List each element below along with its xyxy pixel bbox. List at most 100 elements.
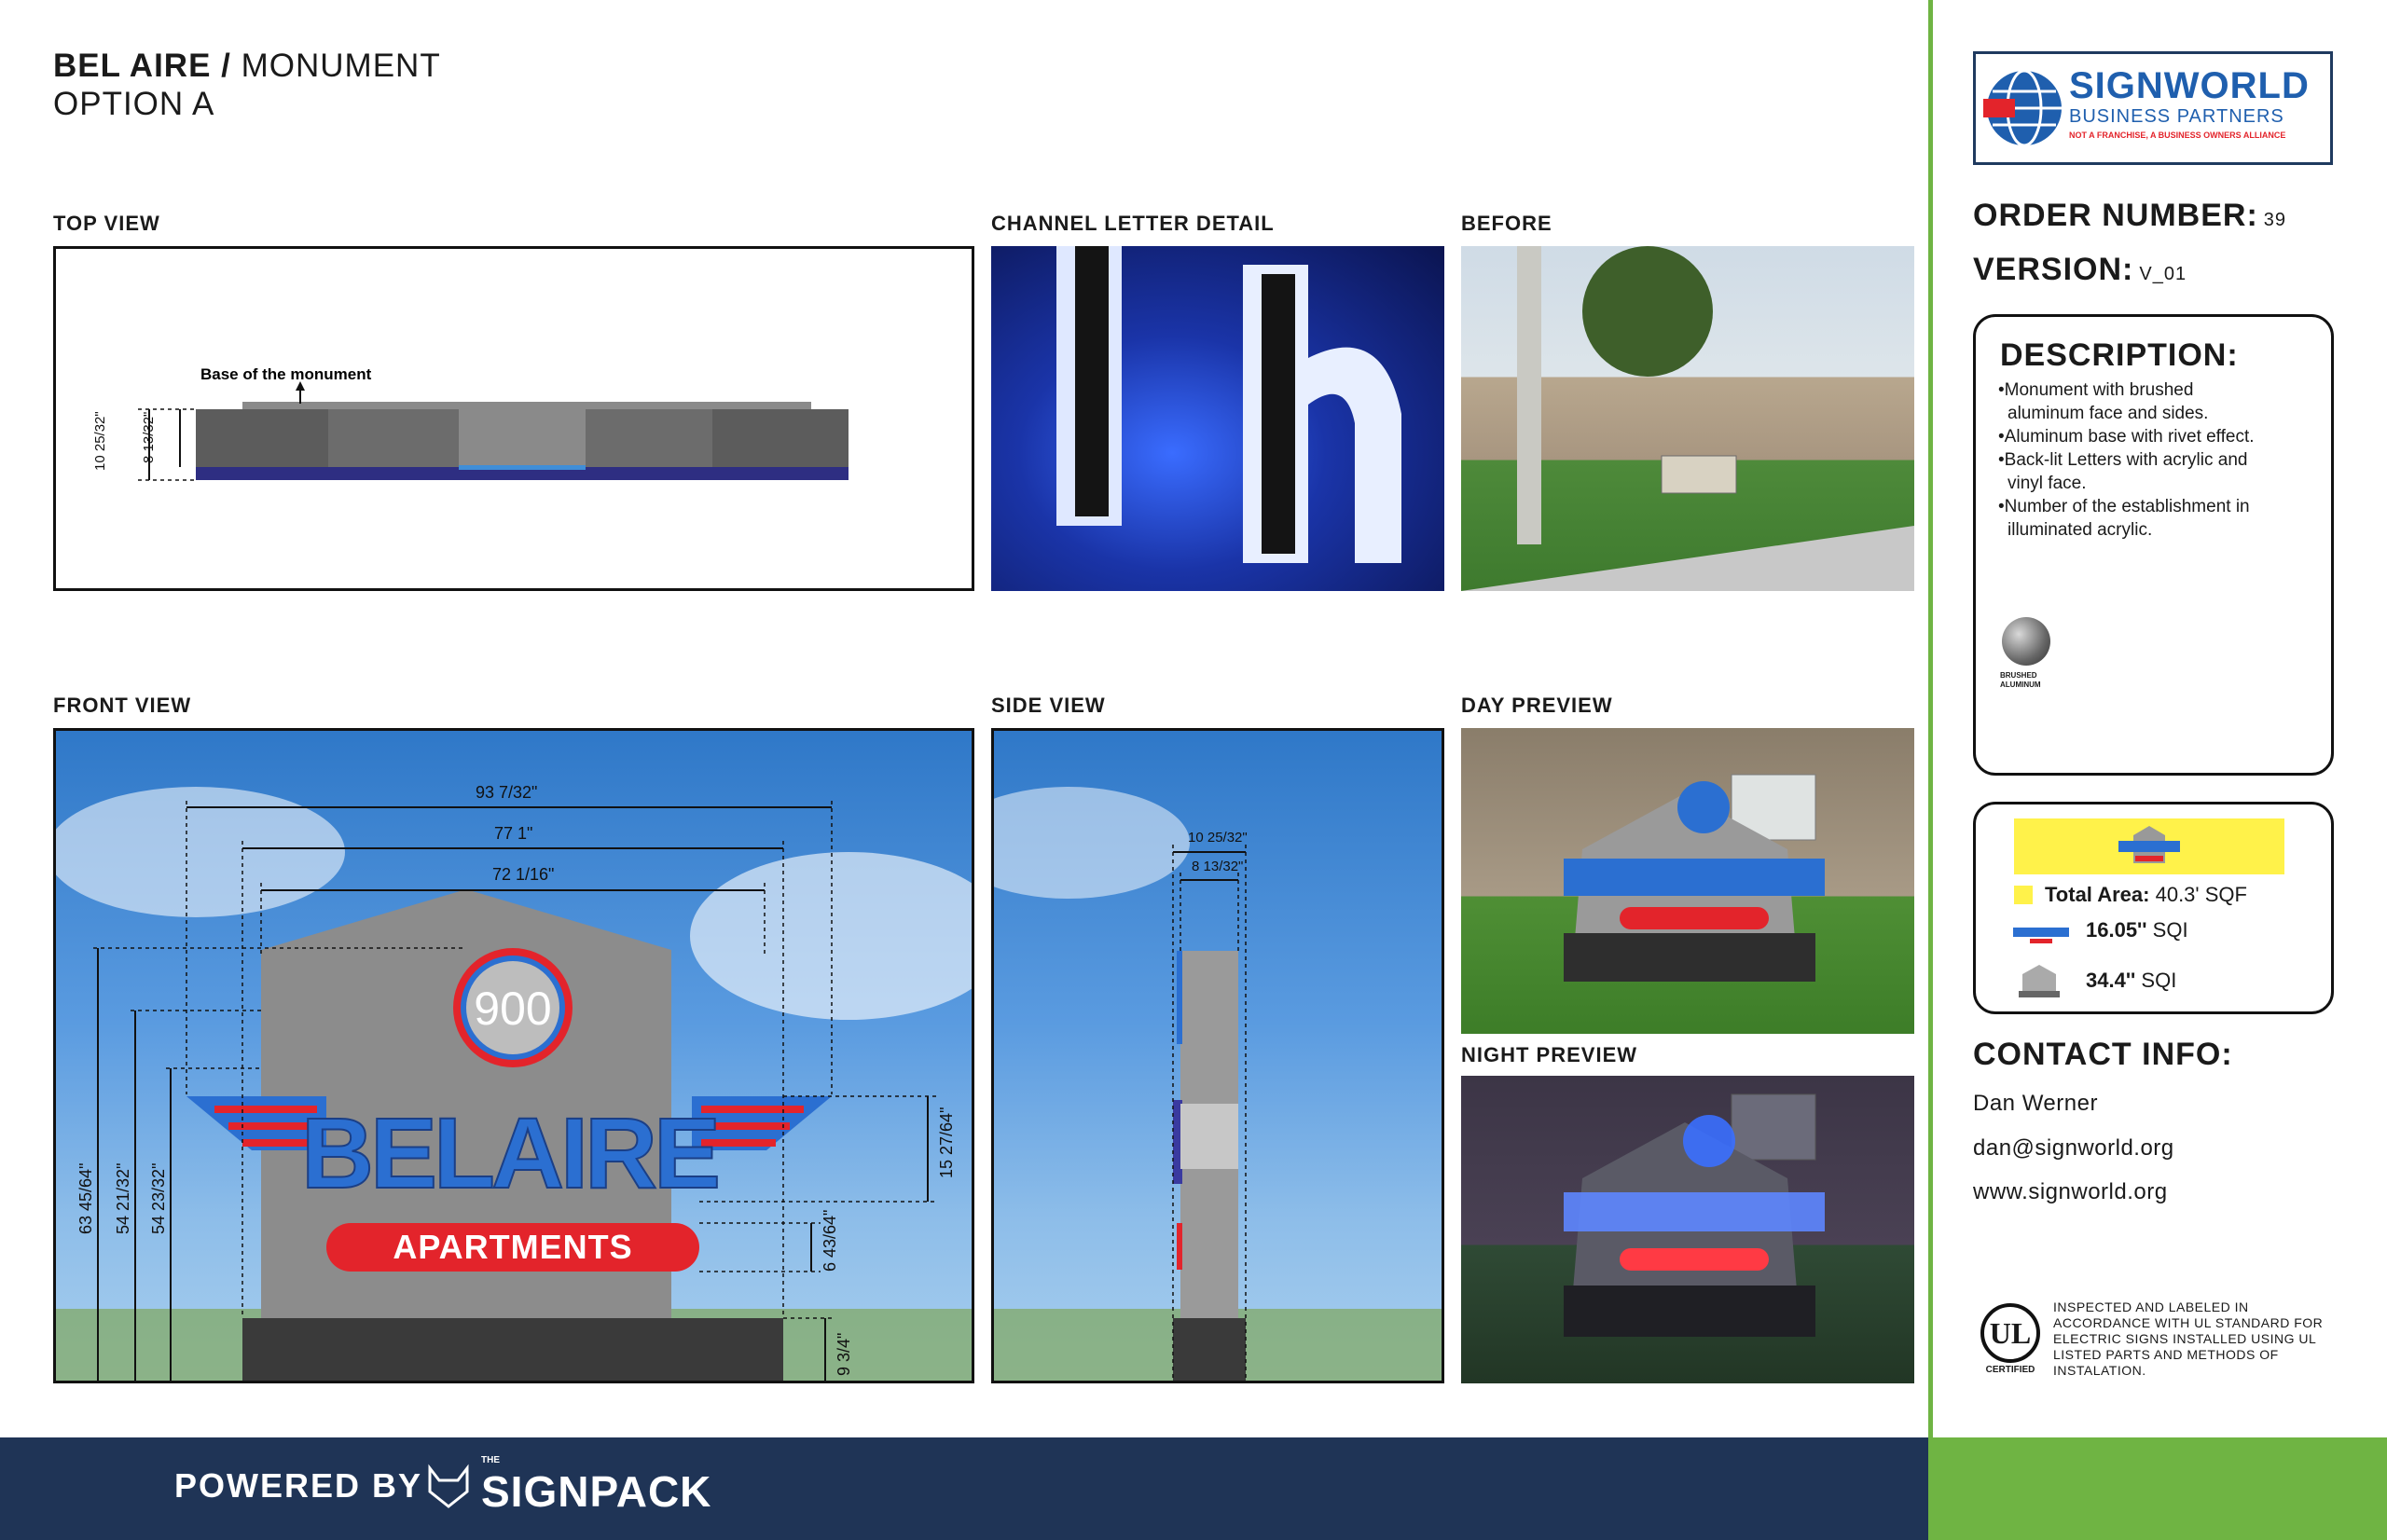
old-sign xyxy=(1661,455,1737,494)
building-window xyxy=(1731,1093,1816,1161)
monument-top-segment xyxy=(328,409,459,467)
dim-base-text: 9 3/4" xyxy=(835,1333,853,1376)
side-pill-edge xyxy=(1177,1223,1182,1270)
letters-area-unit: SQI xyxy=(2152,918,2188,942)
dim-width-text-2: 77 1" xyxy=(494,824,532,843)
front-view-label: FRONT VIEW xyxy=(53,694,192,717)
channel-letter-photo xyxy=(991,246,1444,591)
before-label: BEFORE xyxy=(1461,212,1552,235)
day-preview-art xyxy=(1564,774,1825,982)
ul-statement: INSPECTED AND LABELED IN ACCORDANCE WITH… xyxy=(2053,1299,2324,1378)
night-preview-art xyxy=(1564,1093,1825,1337)
area-card: Total Area: 40.3' SQF 16.05'' SQI 34.4''… xyxy=(1973,802,2334,1014)
top-view-panel: Base of the monument 10 25/32" 8 13/32" xyxy=(53,246,974,591)
side-badge-edge xyxy=(1177,951,1182,1044)
page-title: BEL AIRE / MONUMENT OPTION A xyxy=(53,47,441,123)
dim-outer-text: 10 25/32" xyxy=(92,411,108,471)
side-view-label: SIDE VIEW xyxy=(991,694,1106,717)
description-title: DESCRIPTION: xyxy=(2000,337,2239,373)
title-separator: / xyxy=(211,48,241,84)
monument-top-segment xyxy=(586,409,712,467)
description-card: DESCRIPTION: •Monument with brushed alum… xyxy=(1973,314,2334,776)
total-area: Total Area: 40.3' SQF xyxy=(2045,883,2247,907)
side-base xyxy=(1173,1318,1246,1381)
day-preview-label: DAY PREVIEW xyxy=(1461,694,1613,717)
dim-wing-text: 15 27/64" xyxy=(937,1107,956,1178)
area-legend-swatch xyxy=(2014,886,2033,904)
monument-top-segment xyxy=(459,409,586,467)
signworld-logo: SIGNWORLD BUSINESS PARTNERS NOT A FRANCH… xyxy=(1973,51,2333,165)
base-label: Base of the monument xyxy=(200,365,372,383)
contact-name: Dan Werner xyxy=(1973,1091,2098,1116)
description-item: •Back-lit Letters with acrylic and vinyl… xyxy=(1998,450,2248,493)
total-area-label: Total Area: xyxy=(2045,883,2150,906)
contact-website[interactable]: www.signworld.org xyxy=(1973,1179,2168,1205)
letter-side xyxy=(1262,274,1295,554)
contact-title: CONTACT INFO: xyxy=(1973,1037,2233,1072)
preview-pill xyxy=(1620,907,1769,929)
contact-email[interactable]: dan@signworld.org xyxy=(1973,1135,2174,1162)
sidebar-footer-block xyxy=(1933,1437,2387,1540)
signpack-logo: SIGNPACK xyxy=(481,1467,712,1516)
version: VERSION: V_01 xyxy=(1973,252,2187,288)
day-preview-photo xyxy=(1461,728,1914,1034)
dim-height-text-3: 54 23/32" xyxy=(149,1163,168,1234)
cloud xyxy=(690,852,972,1020)
title-rest: MONUMENT xyxy=(241,48,441,84)
dim-width-text-1: 93 7/32" xyxy=(476,783,537,802)
channel-letter-art xyxy=(1056,246,1401,563)
brushed-aluminum-swatch xyxy=(2002,617,2050,666)
dim-panel-text: 6 43/64" xyxy=(821,1210,839,1272)
preview-name xyxy=(1564,859,1825,896)
blue-accent xyxy=(459,465,586,470)
dim-inner-text: 8 13/32" xyxy=(1192,859,1243,874)
description-item: •Monument with brushed aluminum face and… xyxy=(1998,380,2209,423)
version-label: VERSION: xyxy=(1973,252,2134,287)
total-area-value: 40.3' SQF xyxy=(2155,883,2247,906)
ul-icon: UL xyxy=(1980,1303,2040,1363)
side-letters xyxy=(1180,1104,1238,1169)
dim-height-text-1: 63 45/64" xyxy=(76,1163,95,1234)
apartments-text: APARTMENTS xyxy=(393,1228,632,1266)
channel-letter-label: CHANNEL LETTER DETAIL xyxy=(991,212,1275,235)
description-list: •Monument with brushed aluminum face and… xyxy=(1998,378,2259,542)
swatch-label: BRUSHED ALUMINUM xyxy=(2000,671,2041,689)
letters-area: 16.05'' SQI xyxy=(2086,918,2188,942)
description-item: •Number of the establishment in illumina… xyxy=(1998,497,2250,540)
monument-area-value: 34.4'' xyxy=(2086,969,2136,992)
side-view-panel: 10 25/32" 8 13/32" xyxy=(991,728,1444,1383)
logo-tagline: NOT A FRANCHISE, A BUSINESS OWNERS ALLIA… xyxy=(2069,131,2286,140)
powered-by-text: POWERED BY xyxy=(174,1466,423,1505)
sign-name-text: BELAIRE xyxy=(301,1096,717,1209)
dim-width-text-3: 72 1/16" xyxy=(492,865,554,884)
sign-thumbnail-icon xyxy=(2118,826,2180,863)
description-item: •Aluminum base with rivet effect. xyxy=(1998,427,2255,447)
monument-area-unit: SQI xyxy=(2141,969,2177,992)
monument-area: 34.4'' SQI xyxy=(2086,969,2176,993)
monument-base xyxy=(242,1318,783,1381)
order-number: ORDER NUMBER: 39 xyxy=(1973,198,2286,234)
order-number-value: 39 xyxy=(2263,210,2287,230)
before-photo xyxy=(1461,246,1914,591)
logo-brand: SIGNWORLD xyxy=(2069,65,2310,106)
night-preview-photo xyxy=(1461,1076,1914,1383)
night-preview-label: NIGHT PREVIEW xyxy=(1461,1043,1638,1066)
monument-thumbnail-icon xyxy=(2019,965,2060,997)
ul-certified-mark: UL CERTIFIED xyxy=(1980,1303,2040,1378)
sidebar-divider xyxy=(1928,0,1933,1540)
top-view-label: TOP VIEW xyxy=(53,212,160,235)
number-text: 900 xyxy=(474,983,551,1035)
dim-outer-text: 10 25/32" xyxy=(1188,830,1248,846)
version-value: V_01 xyxy=(2139,264,2187,284)
preview-name xyxy=(1564,1192,1825,1231)
letter-side xyxy=(1075,246,1109,516)
preview-badge xyxy=(1683,1115,1735,1167)
cloud xyxy=(994,787,1190,899)
preview-base xyxy=(1564,1286,1815,1337)
page-subtitle: OPTION A xyxy=(53,86,215,122)
front-view-drawing: 900 BELAIRE APARTMENTS 93 7/32" 77 1" 72… xyxy=(56,783,972,1381)
dim-height-text-2: 54 21/32" xyxy=(114,1163,132,1234)
area-highlight xyxy=(2014,818,2284,874)
front-view-panel: 900 BELAIRE APARTMENTS 93 7/32" 77 1" 72… xyxy=(53,728,974,1383)
letters-thumbnail-icon xyxy=(2013,928,2069,943)
